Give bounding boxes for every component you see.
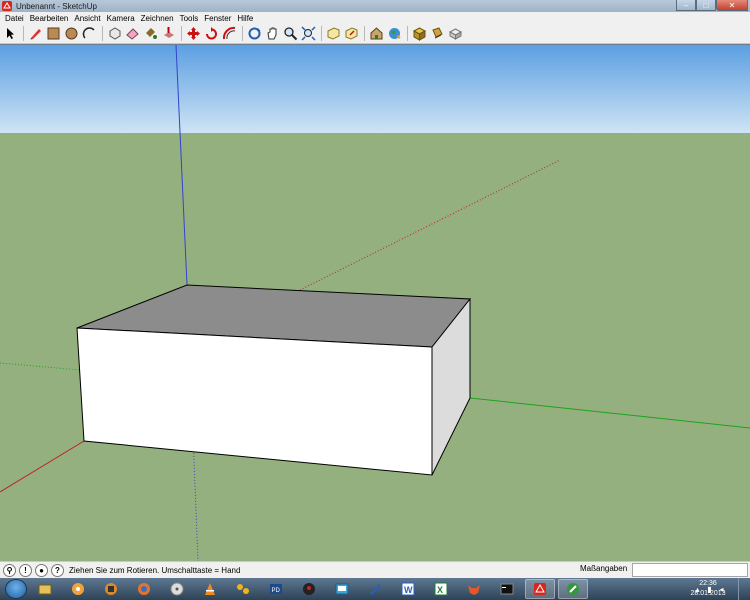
warehouse-icon[interactable]: [368, 25, 385, 42]
toolbar-separator: [23, 26, 24, 41]
menu-ansicht[interactable]: Ansicht: [71, 14, 103, 23]
circle-tool-icon[interactable]: [63, 25, 80, 42]
title-bar: Unbenannt - SketchUp – □ ✕: [0, 0, 750, 12]
window-title: Unbenannt - SketchUp: [16, 1, 97, 11]
select-tool-icon[interactable]: [2, 25, 19, 42]
pan-tool-icon[interactable]: [264, 25, 281, 42]
paint-bucket-icon[interactable]: [142, 25, 159, 42]
status-text: Ziehen Sie zum Rotieren. Umschalttaste =…: [69, 565, 241, 575]
window-icon[interactable]: [327, 579, 357, 599]
maximize-button[interactable]: □: [696, 0, 716, 11]
earth-icon[interactable]: [386, 25, 403, 42]
clock[interactable]: 22:36 28.01.2013: [688, 579, 728, 599]
share-model-icon[interactable]: [343, 25, 360, 42]
file-explorer-icon[interactable]: [30, 579, 60, 599]
svg-text:W: W: [404, 585, 413, 595]
close-button[interactable]: ✕: [716, 0, 748, 11]
get-models-icon[interactable]: [325, 25, 342, 42]
geo-location-icon[interactable]: ⚲: [3, 563, 16, 577]
menu-kamera[interactable]: Kamera: [104, 14, 138, 23]
toolbar-separator: [102, 26, 103, 41]
status-bar: ⚲ ! ● ? Ziehen Sie zum Rotieren. Umschal…: [0, 561, 750, 578]
zoom-tool-icon[interactable]: [282, 25, 299, 42]
network-icon[interactable]: [228, 579, 258, 599]
zoom-extents-icon[interactable]: [300, 25, 317, 42]
console-icon[interactable]: [492, 579, 522, 599]
menu-zeichnen[interactable]: Zeichnen: [138, 14, 177, 23]
media-icon[interactable]: [294, 579, 324, 599]
word-icon[interactable]: W: [393, 579, 423, 599]
offset-tool-icon[interactable]: [221, 25, 238, 42]
taskbar-apps: PD W X: [27, 579, 588, 599]
toolbar-separator: [242, 26, 243, 41]
move-tool-icon[interactable]: [185, 25, 202, 42]
menu-tools[interactable]: Tools: [177, 14, 202, 23]
dvd-icon[interactable]: [162, 579, 192, 599]
push-pull-icon[interactable]: [160, 25, 177, 42]
toolbar: [0, 24, 750, 44]
sky: [0, 45, 750, 133]
taskbar: PD W X ▴ ▮ ◂ 22:36 28.01.2013: [0, 578, 750, 600]
make-component-icon[interactable]: [106, 25, 123, 42]
sketchup-app-icon[interactable]: [2, 1, 12, 11]
svg-text:PD: PD: [272, 588, 281, 594]
menu-fenster[interactable]: Fenster: [201, 14, 234, 23]
menu-bearbeiten[interactable]: Bearbeiten: [27, 14, 72, 23]
vlc-icon[interactable]: [195, 579, 225, 599]
toolbar-separator: [407, 26, 408, 41]
help-icon[interactable]: ?: [51, 563, 64, 577]
clock-time: 22:36: [699, 580, 717, 587]
fox-icon[interactable]: [459, 579, 489, 599]
user-icon[interactable]: ●: [35, 563, 48, 577]
menu-hilfe[interactable]: Hilfe: [234, 14, 256, 23]
menu-bar: Datei Bearbeiten Ansicht Kamera Zeichnen…: [0, 12, 750, 24]
credits-icon[interactable]: !: [19, 563, 32, 577]
measurements-field[interactable]: [632, 563, 748, 577]
start-button[interactable]: [5, 579, 27, 599]
clock-date: 28.01.2013: [690, 590, 726, 597]
svg-text:X: X: [437, 585, 443, 595]
orbit-tool-icon[interactable]: [246, 25, 263, 42]
layout-icon[interactable]: [558, 579, 588, 599]
style-icon[interactable]: [447, 25, 464, 42]
pdf-icon[interactable]: PD: [261, 579, 291, 599]
minimize-button[interactable]: –: [676, 0, 696, 11]
show-desktop-button[interactable]: [738, 578, 750, 600]
eraser-tool-icon[interactable]: [124, 25, 141, 42]
material-icon[interactable]: [429, 25, 446, 42]
menu-datei[interactable]: Datei: [2, 14, 27, 23]
movie-icon[interactable]: [96, 579, 126, 599]
pencil-tool-icon[interactable]: [27, 25, 44, 42]
firefox-icon[interactable]: [129, 579, 159, 599]
arc-tool-icon[interactable]: [81, 25, 98, 42]
burning-icon[interactable]: [63, 579, 93, 599]
toolbar-separator: [321, 26, 322, 41]
rectangle-tool-icon[interactable]: [45, 25, 62, 42]
component-icon[interactable]: [411, 25, 428, 42]
measurements-label: Maßangaben: [580, 564, 628, 573]
excel-icon[interactable]: X: [426, 579, 456, 599]
toolbar-separator: [364, 26, 365, 41]
window-controls: – □ ✕: [676, 0, 748, 12]
rotate-tool-icon[interactable]: [203, 25, 220, 42]
sketchup-pen-icon[interactable]: [360, 579, 390, 599]
model-viewport[interactable]: [0, 45, 750, 561]
sketchup-icon[interactable]: [525, 579, 555, 599]
toolbar-separator: [181, 26, 182, 41]
